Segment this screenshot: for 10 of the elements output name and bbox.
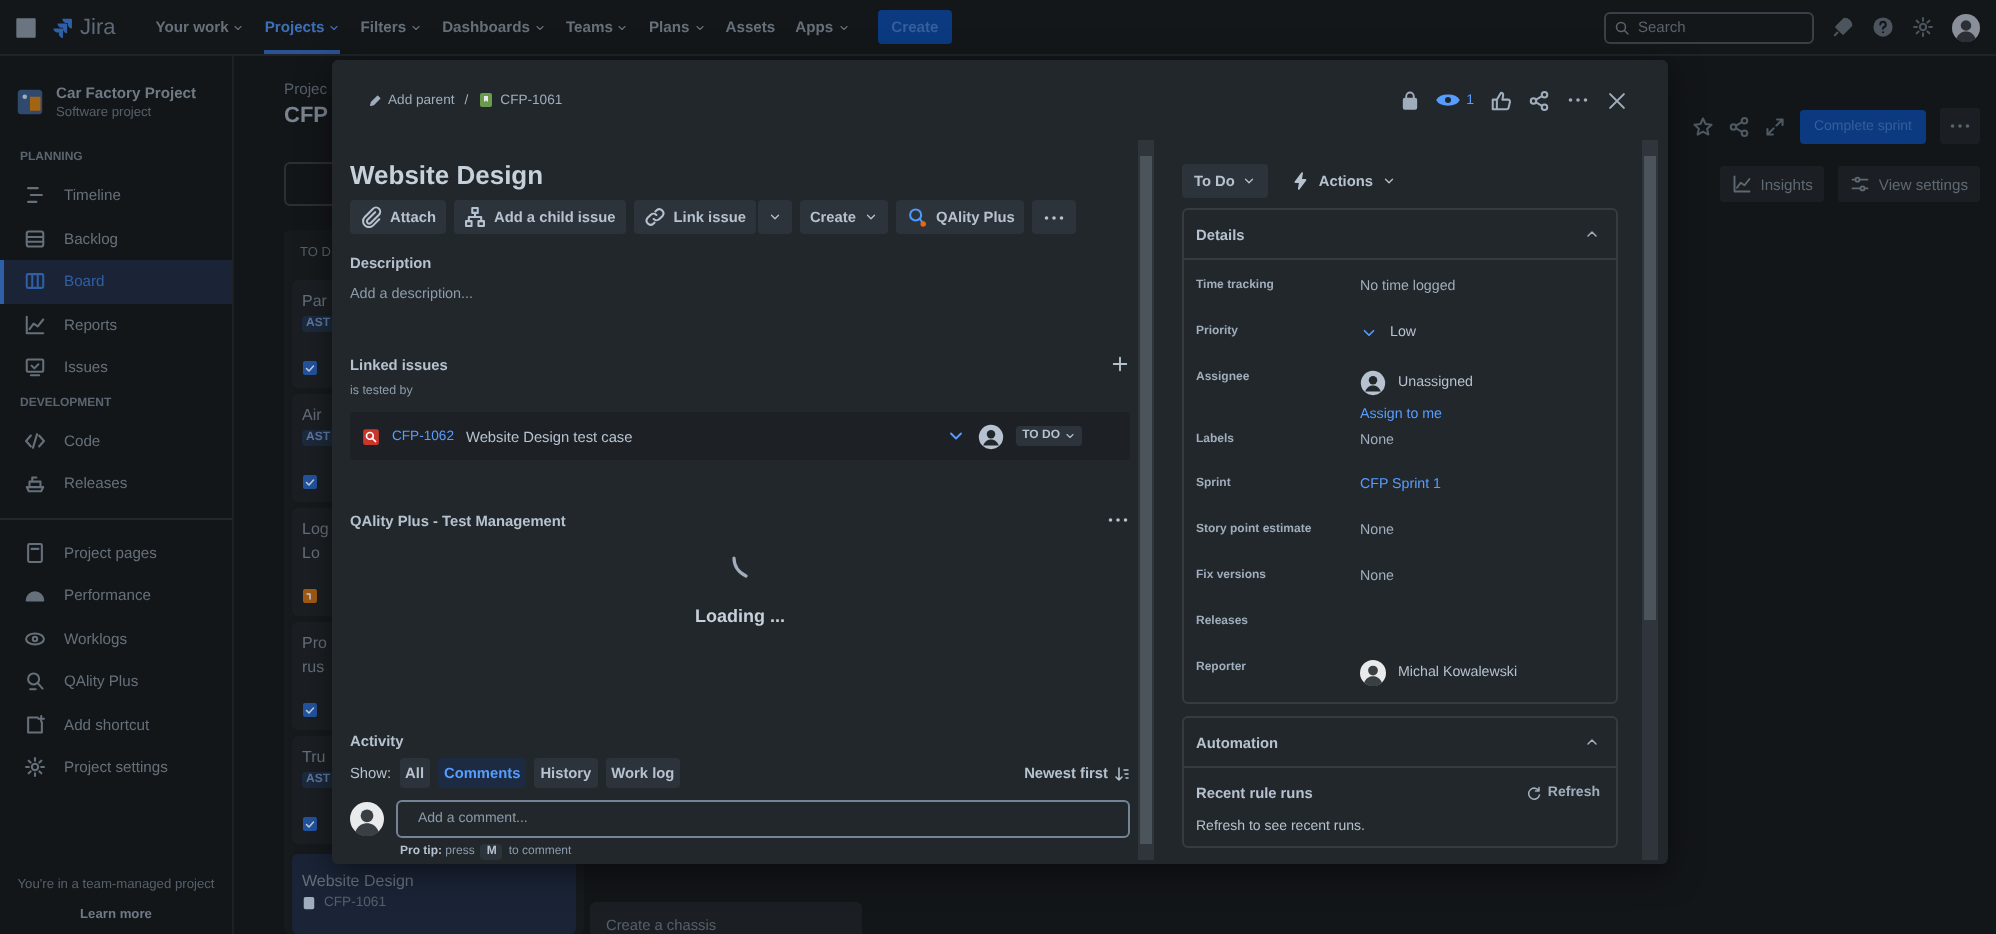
card-title: Website Design [302, 872, 414, 890]
loading-text: Loading ... [695, 606, 785, 626]
card-title: Pro [302, 634, 327, 652]
card-title: Tru [302, 748, 326, 766]
card-title: Log [302, 520, 329, 538]
card-title: rus [302, 658, 325, 676]
card-title: Lo [302, 544, 320, 562]
card-title: Air [302, 406, 322, 424]
board-title: CFP [284, 104, 328, 128]
card-title: Par [302, 292, 327, 310]
